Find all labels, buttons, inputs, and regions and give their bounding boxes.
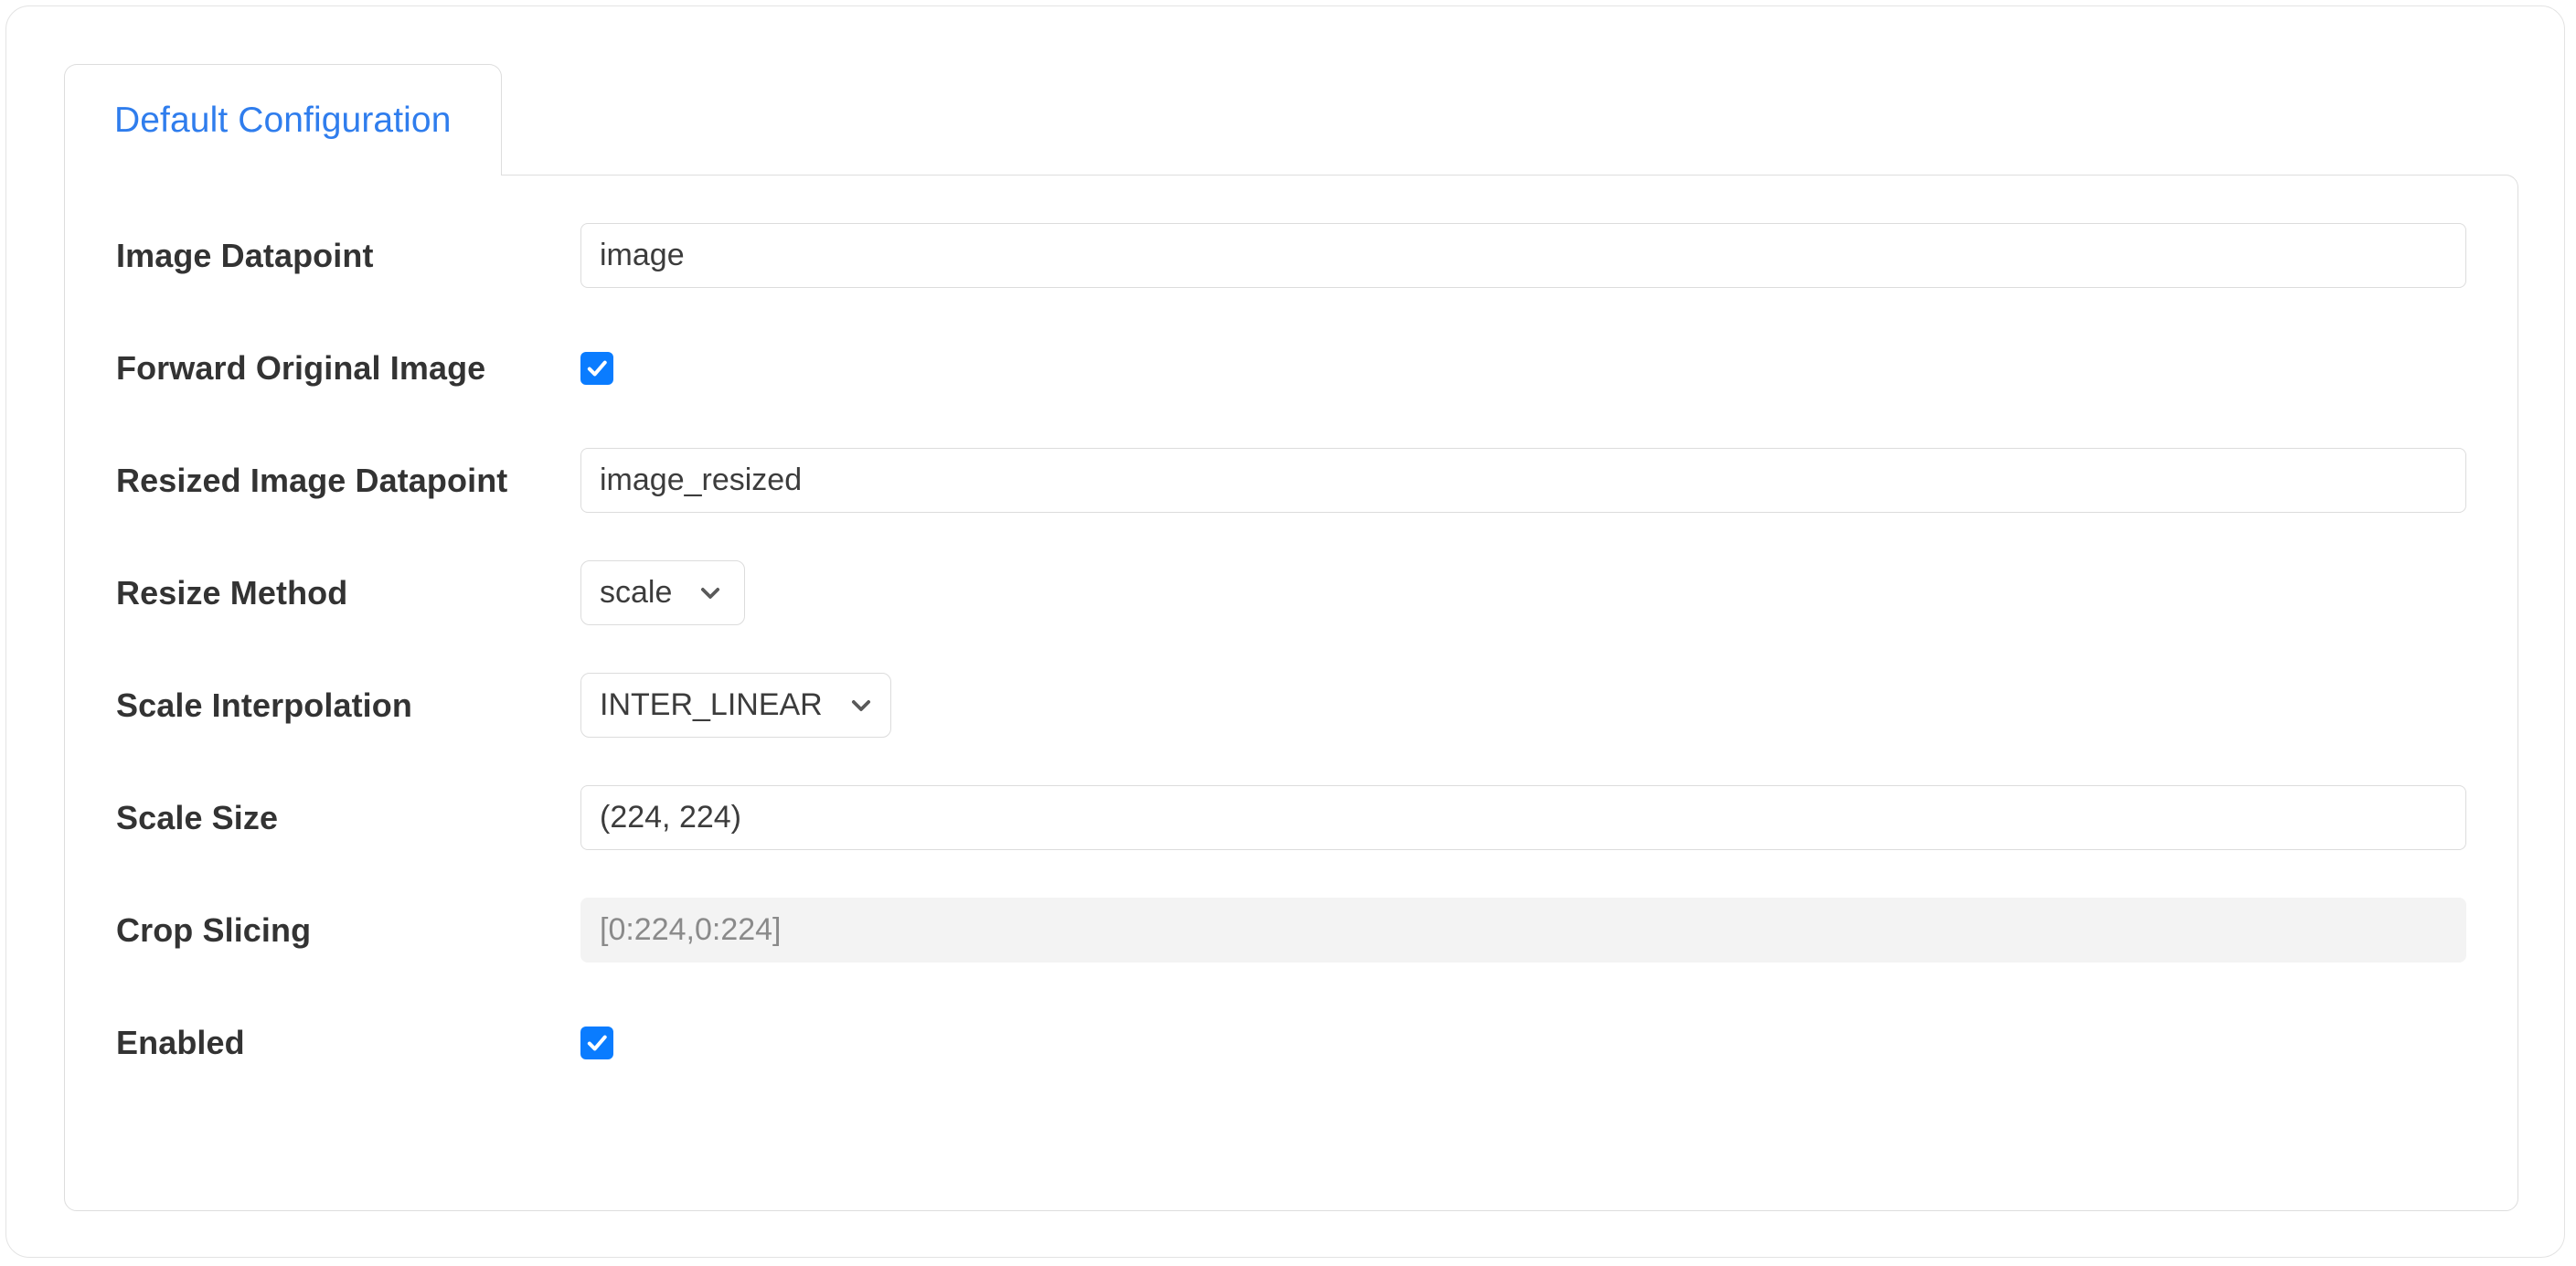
label-resize-method: Resize Method — [116, 575, 580, 612]
label-scale-interpolation: Scale Interpolation — [116, 687, 580, 724]
tab-default-configuration[interactable]: Default Configuration — [64, 64, 502, 176]
form-row-resized-image-datapoint: Resized Image Datapoint — [116, 448, 2466, 513]
form-row-forward-original-image: Forward Original Image — [116, 335, 2466, 400]
tab-label: Default Configuration — [114, 101, 452, 141]
select-value-resize-method: scale — [600, 575, 697, 611]
select-scale-interpolation[interactable]: INTER_LINEAR — [580, 673, 891, 738]
label-enabled: Enabled — [116, 1025, 580, 1061]
control-resized-image-datapoint — [580, 448, 2466, 513]
form-row-scale-interpolation: Scale Interpolation INTER_LINEAR — [116, 673, 2466, 738]
control-scale-size — [580, 785, 2466, 850]
select-resize-method[interactable]: scale — [580, 560, 745, 625]
check-icon — [584, 1030, 610, 1056]
form-row-image-datapoint: Image Datapoint — [116, 223, 2466, 288]
label-forward-original-image: Forward Original Image — [116, 350, 580, 387]
label-image-datapoint: Image Datapoint — [116, 238, 580, 274]
input-scale-size[interactable] — [580, 785, 2466, 850]
label-scale-size: Scale Size — [116, 800, 580, 836]
input-image-datapoint[interactable] — [580, 223, 2466, 288]
tab-strip: Default Configuration — [64, 64, 502, 176]
control-crop-slicing — [580, 898, 2466, 963]
configuration-panel: Image Datapoint Forward Original Image Res… — [64, 175, 2518, 1211]
form-row-scale-size: Scale Size — [116, 785, 2466, 850]
label-crop-slicing: Crop Slicing — [116, 912, 580, 949]
input-resized-image-datapoint[interactable] — [580, 448, 2466, 513]
select-value-scale-interpolation: INTER_LINEAR — [600, 687, 848, 723]
label-resized-image-datapoint: Resized Image Datapoint — [116, 463, 580, 499]
control-resize-method: scale — [580, 560, 2466, 625]
checkbox-forward-original-image[interactable] — [580, 352, 613, 385]
configuration-form: Image Datapoint Forward Original Image Res… — [65, 176, 2517, 1122]
control-enabled — [580, 1027, 2466, 1059]
form-row-resize-method: Resize Method scale — [116, 560, 2466, 625]
control-scale-interpolation: INTER_LINEAR — [580, 673, 2466, 738]
input-crop-slicing — [580, 898, 2466, 963]
control-forward-original-image — [580, 352, 2466, 385]
checkbox-enabled[interactable] — [580, 1027, 613, 1059]
check-icon — [584, 356, 610, 381]
chevron-down-icon — [848, 693, 874, 718]
form-row-enabled: Enabled — [116, 1010, 2466, 1075]
control-image-datapoint — [580, 223, 2466, 288]
configuration-card: Default Configuration Image Datapoint For… — [5, 5, 2565, 1258]
form-row-crop-slicing: Crop Slicing — [116, 898, 2466, 963]
chevron-down-icon — [697, 580, 723, 606]
